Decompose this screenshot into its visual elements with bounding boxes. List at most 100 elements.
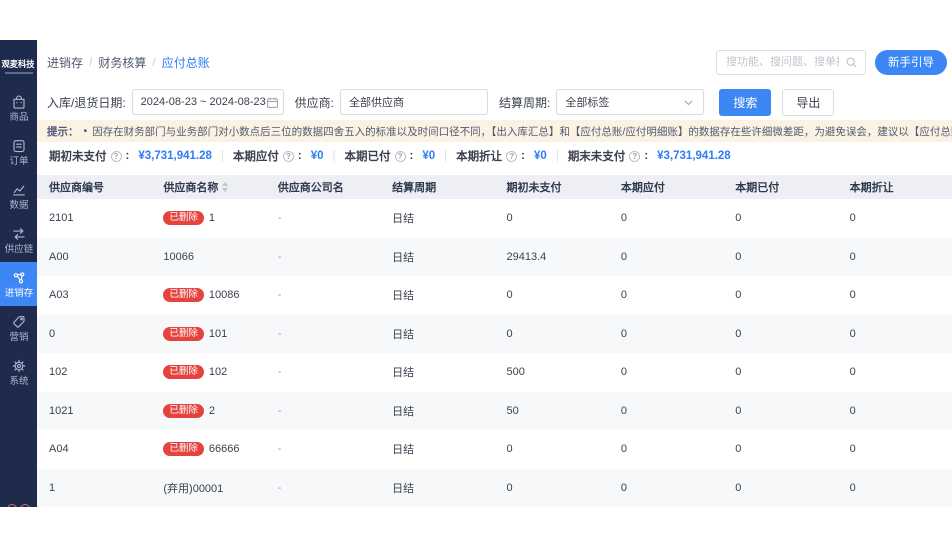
date-range-value: 2024-08-23 ~ 2024-08-23 (141, 96, 266, 108)
help-icon[interactable]: ? (629, 151, 640, 162)
help-icon[interactable]: ? (111, 151, 122, 162)
sidebar-item-inventory[interactable]: 进销存 (0, 262, 37, 306)
breadcrumb-finance[interactable]: 财务核算 (98, 54, 146, 71)
search-button[interactable]: 搜索 (719, 89, 771, 116)
settlement-period-select[interactable]: 全部标签 (556, 89, 704, 115)
payable-ledger-table: 供应商编号供应商名称供应商公司名结算周期期初未支付本期应付本期已付本期折让 21… (37, 175, 952, 507)
date-range-input[interactable]: 2024-08-23 ~ 2024-08-23 (132, 89, 284, 115)
cell-supplier-name: (弃用)00001 (151, 480, 265, 496)
cell-opening-unpaid: 0 (495, 443, 609, 455)
cell-opening-unpaid: 50 (495, 405, 609, 417)
cell-current-paid: 0 (723, 289, 837, 301)
sidebar-item-products[interactable]: 商品 (0, 86, 37, 130)
cell-current-paid: 0 (723, 405, 837, 417)
cell-supplier-name: 已删除10086 (151, 288, 265, 302)
summary-label: 本期已付?: (345, 148, 414, 164)
cell-supplier-id: A00 (37, 251, 151, 263)
column-header: 本期折让 (838, 179, 952, 195)
cell-current-discount: 0 (838, 328, 952, 340)
cell-supplier-id: 1 (37, 482, 151, 494)
summary-bar: 期初未支付?:¥3,731,941.28|本期应付?:¥0|本期已付?:¥0|本… (37, 142, 952, 170)
exchange-icon (11, 226, 27, 242)
brand-logo: 观麦科技 (2, 60, 35, 68)
supplier-input[interactable]: 全部供应商 (340, 89, 488, 115)
cell-current-payable: 0 (609, 366, 723, 378)
supplier-filter-label: 供应商: (295, 94, 334, 111)
document-icon (11, 138, 27, 154)
calendar-icon (266, 96, 279, 109)
cell-current-payable: 0 (609, 289, 723, 301)
tag-icon (11, 314, 27, 330)
column-header: 本期应付 (609, 179, 723, 195)
cell-current-paid: 0 (723, 212, 837, 224)
breadcrumb: 进销存 / 财务核算 / 应付总账 (47, 54, 210, 71)
summary-separator: | (221, 150, 224, 162)
sidebar-item-label: 营销 (9, 333, 28, 343)
column-header: 供应商编号 (37, 179, 151, 195)
sidebar-menu: 商品订单数据供应链进销存营销系统 (0, 86, 37, 394)
sort-icon[interactable] (222, 182, 228, 192)
support-icon-partial[interactable] (7, 504, 30, 507)
cell-supplier-name: 已删除101 (151, 327, 265, 341)
column-header: 结算周期 (380, 179, 494, 195)
cell-opening-unpaid: 0 (495, 328, 609, 340)
app-window: 观麦科技 商品订单数据供应链进销存营销系统 进销存 / 财务核算 / 应付总账 … (0, 40, 952, 507)
cell-current-paid: 0 (723, 482, 837, 494)
sidebar-item-marketing[interactable]: 营销 (0, 306, 37, 350)
breadcrumb-separator: / (152, 55, 155, 69)
sidebar-item-orders[interactable]: 订单 (0, 130, 37, 174)
cell-company-name: - (266, 366, 380, 378)
sidebar-item-data[interactable]: 数据 (0, 174, 37, 218)
cell-opening-unpaid: 29413.4 (495, 251, 609, 263)
breadcrumb-payable-ledger: 应付总账 (162, 54, 210, 71)
summary-value: ¥3,731,941.28 (657, 150, 731, 162)
cell-current-paid: 0 (723, 251, 837, 263)
cell-supplier-id: 102 (37, 366, 151, 378)
table-header: 供应商编号供应商名称供应商公司名结算周期期初未支付本期应付本期已付本期折让 (37, 175, 952, 199)
cell-supplier-id: 1021 (37, 405, 151, 417)
column-header[interactable]: 供应商名称 (151, 179, 265, 195)
help-icon[interactable]: ? (283, 151, 294, 162)
filter-bar: 入库/退货日期: 2024-08-23 ~ 2024-08-23 供应商: 全部… (37, 84, 952, 120)
cell-settlement-period: 日结 (380, 480, 494, 496)
sidebar-item-system[interactable]: 系统 (0, 350, 37, 394)
table-row: 1021已删除2-日结50000 (37, 392, 952, 431)
breadcrumb-separator: / (89, 55, 92, 69)
summary-label: 本期应付?: (233, 148, 302, 164)
newbie-guide-button[interactable]: 新手引导 (875, 50, 947, 75)
cell-company-name: - (266, 482, 380, 494)
help-icon[interactable]: ? (506, 151, 517, 162)
table-body: 2101已删除1-日结0000A0010066-日结29413.4000A03已… (37, 199, 952, 507)
cell-settlement-period: 日结 (380, 403, 494, 419)
cell-company-name: - (266, 251, 380, 263)
cell-supplier-id: A04 (37, 443, 151, 455)
search-icon[interactable] (845, 56, 858, 69)
cell-current-paid: 0 (723, 328, 837, 340)
settlement-period-value: 全部标签 (565, 94, 609, 110)
sidebar: 观麦科技 商品订单数据供应链进销存营销系统 (0, 40, 37, 507)
cell-settlement-period: 日结 (380, 287, 494, 303)
export-button[interactable]: 导出 (782, 89, 834, 116)
cell-supplier-name: 已删除66666 (151, 442, 265, 456)
summary-separator: | (333, 150, 336, 162)
deleted-badge: 已删除 (163, 442, 204, 456)
cell-current-payable: 0 (609, 482, 723, 494)
sidebar-item-label: 供应链 (4, 245, 33, 255)
help-icon[interactable]: ? (395, 151, 406, 162)
cell-opening-unpaid: 0 (495, 482, 609, 494)
notice-bullet: • (84, 125, 88, 137)
global-search[interactable] (716, 50, 866, 75)
global-search-input[interactable] (724, 55, 841, 69)
cell-opening-unpaid: 0 (495, 212, 609, 224)
network-icon (11, 270, 27, 286)
cell-current-discount: 0 (838, 405, 952, 417)
breadcrumb-inventory[interactable]: 进销存 (47, 54, 83, 71)
column-header: 期初未支付 (495, 179, 609, 195)
table-row: A03已删除10086-日结0000 (37, 276, 952, 315)
period-filter-label: 结算周期: (499, 94, 550, 111)
sidebar-item-supply-chain[interactable]: 供应链 (0, 218, 37, 262)
cell-settlement-period: 日结 (380, 364, 494, 380)
notice-text: 因存在财务部门与业务部门对小数点后三位的数据四舍五入的标准以及时间口径不同，【出… (92, 124, 952, 139)
cell-company-name: - (266, 212, 380, 224)
cell-current-paid: 0 (723, 443, 837, 455)
